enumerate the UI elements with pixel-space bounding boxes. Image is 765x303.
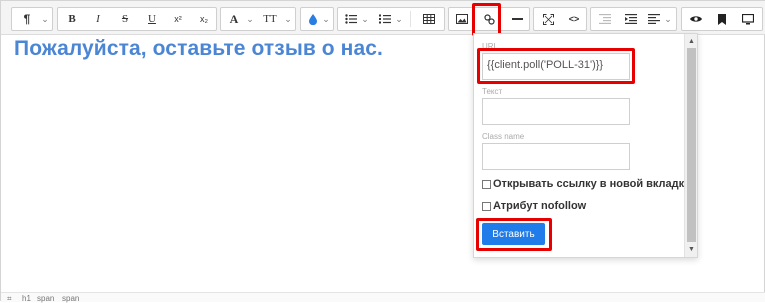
align-group: ⌄ <box>590 7 677 31</box>
align-left-icon[interactable] <box>645 8 663 30</box>
link-text-input[interactable] <box>482 98 630 125</box>
scrollbar-thumb[interactable] <box>687 48 696 242</box>
chevron-down-icon[interactable]: ⌄ <box>663 8 673 30</box>
monitor-icon[interactable] <box>736 8 760 30</box>
class-name-input[interactable] <box>482 143 630 170</box>
chevron-down-icon[interactable]: ⌄ <box>394 8 404 30</box>
strikethrough-button[interactable]: S <box>112 8 138 30</box>
fullscreen-icon[interactable] <box>536 8 560 30</box>
scroll-down-icon[interactable]: ▼ <box>685 243 698 255</box>
paragraph-group: ¶ ⌄ <box>11 7 53 31</box>
chevron-down-icon[interactable]: ⌄ <box>40 8 50 30</box>
scroll-up-icon[interactable]: ▲ <box>685 35 698 47</box>
link-button-highlight <box>472 3 501 36</box>
code-view-button[interactable]: <> <box>562 8 586 30</box>
list-group: ⌄ ⌄ <box>337 7 445 31</box>
url-input-highlight <box>477 48 635 84</box>
underline-button[interactable]: U <box>140 8 164 30</box>
page-title[interactable]: Пожалуйста, оставьте отзыв о нас. <box>14 37 383 61</box>
resize-icon[interactable]: ⌗ <box>7 294 12 303</box>
checkbox-icon[interactable] <box>482 201 491 211</box>
editor-toolbar: ¶ ⌄ B I S U x² x₂ A ⌄ TT ⌄ ⌄ ⌄ ⌄ <> ⌄ <box>1 1 765 36</box>
bookmark-icon[interactable] <box>710 8 734 30</box>
horizontal-rule-icon[interactable] <box>505 8 529 30</box>
view-group: <> <box>533 7 587 31</box>
unordered-list-icon[interactable] <box>342 8 360 30</box>
path-item[interactable]: span <box>37 294 54 303</box>
chevron-down-icon[interactable]: ⌄ <box>360 8 370 30</box>
paragraph-format-button[interactable]: ¶ <box>16 8 38 30</box>
divider <box>410 11 411 27</box>
nofollow-checkbox[interactable]: Атрибут nofollow <box>482 200 586 212</box>
new-tab-checkbox[interactable]: Открывать ссылку в новой вкладке <box>482 178 690 190</box>
new-tab-label: Открывать ссылку в новой вкладке <box>493 178 691 190</box>
outdent-icon[interactable] <box>593 8 617 30</box>
chevron-down-icon[interactable]: ⌄ <box>283 8 293 30</box>
scrollbar[interactable]: ▲ ▼ <box>684 34 697 257</box>
insert-button-highlight <box>476 218 552 251</box>
ordered-list-icon[interactable] <box>376 8 394 30</box>
chevron-down-icon[interactable]: ⌄ <box>245 8 255 30</box>
text-label: Текст <box>482 87 503 96</box>
color-group: ⌄ <box>300 7 334 31</box>
subscript-button[interactable]: x₂ <box>192 8 216 30</box>
font-size-button[interactable]: TT <box>259 8 281 30</box>
drop-icon[interactable] <box>305 8 321 30</box>
font-name-button[interactable]: A <box>225 8 243 30</box>
image-icon[interactable] <box>451 8 473 30</box>
table-icon[interactable] <box>418 8 440 30</box>
nofollow-label: Атрибут nofollow <box>493 200 587 212</box>
path-item[interactable]: span <box>62 294 79 303</box>
link-dialog: URL {{client.poll('POLL-31')}} Текст Cla… <box>473 33 698 258</box>
eye-icon[interactable] <box>684 8 708 30</box>
rich-text-editor: ¶ ⌄ B I S U x² x₂ A ⌄ TT ⌄ ⌄ ⌄ ⌄ <> ⌄ По… <box>0 0 765 303</box>
bold-button[interactable]: B <box>60 8 84 30</box>
misc-group <box>681 7 763 31</box>
superscript-button[interactable]: x² <box>166 8 190 30</box>
chevron-down-icon[interactable]: ⌄ <box>321 8 331 30</box>
path-item[interactable]: h1 <box>22 294 31 303</box>
italic-button[interactable]: I <box>86 8 110 30</box>
text-style-group: B I S U x² x₂ <box>57 7 217 31</box>
class-name-label: Class name <box>482 132 525 141</box>
checkbox-icon[interactable] <box>482 179 491 189</box>
font-group: A ⌄ TT ⌄ <box>220 7 296 31</box>
indent-icon[interactable] <box>619 8 643 30</box>
